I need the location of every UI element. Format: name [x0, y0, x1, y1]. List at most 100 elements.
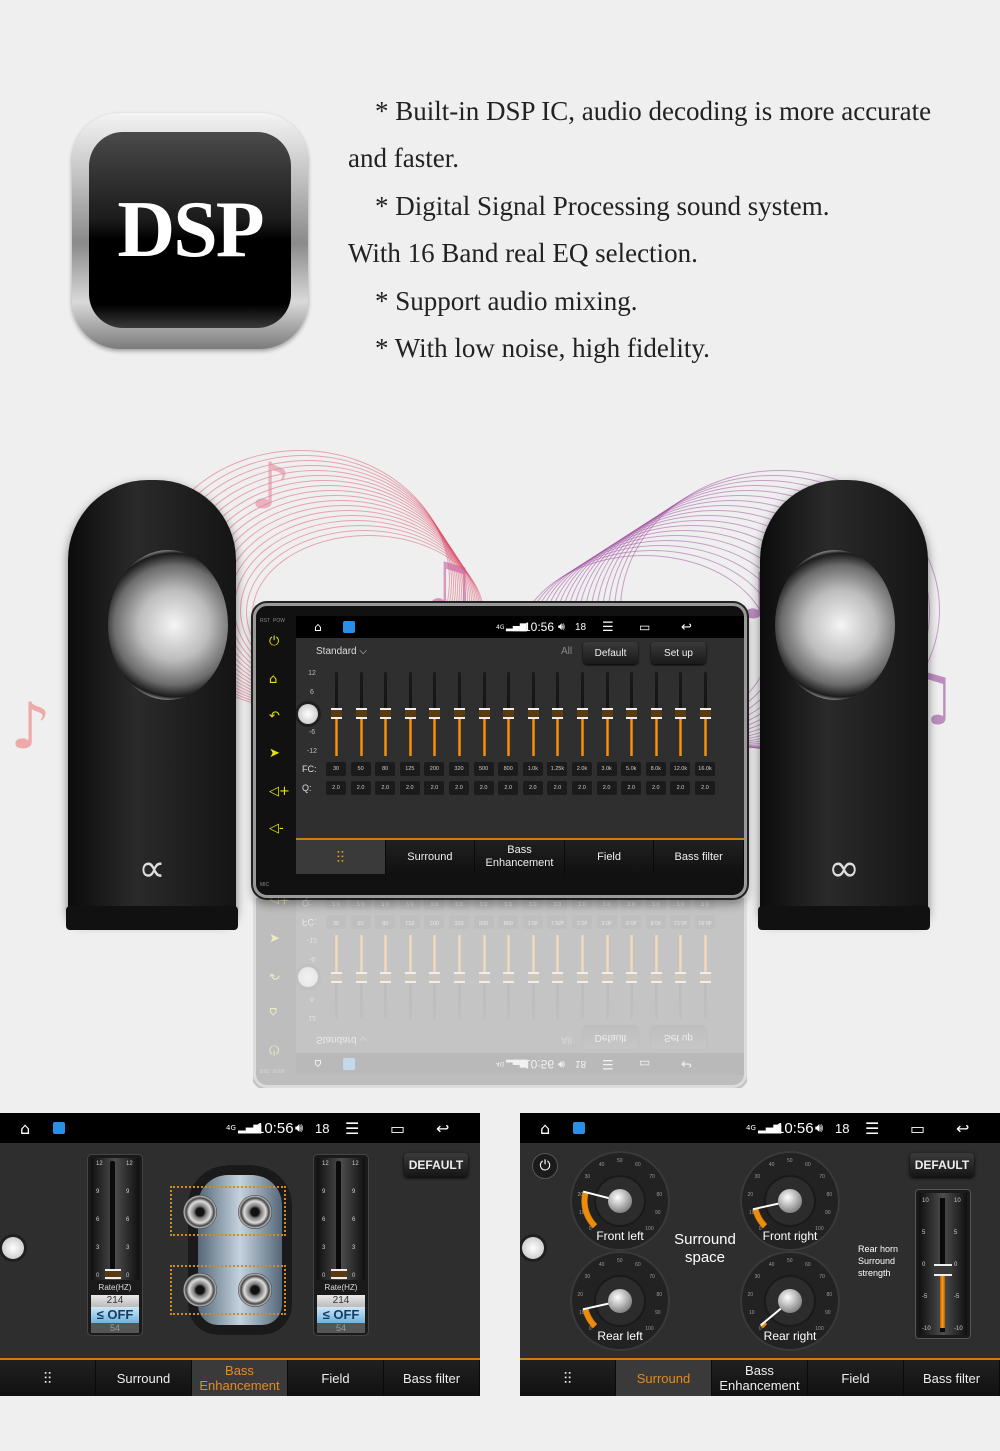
- eq-band-slider[interactable]: [626, 672, 638, 756]
- eq-band-slider[interactable]: [454, 672, 465, 756]
- all-label[interactable]: All: [561, 646, 572, 657]
- slider-thumb[interactable]: [552, 708, 564, 719]
- tab-bass-enhancement[interactable]: Bass Enhancement: [712, 1360, 808, 1396]
- back-icon[interactable]: ↶: [269, 709, 280, 724]
- eq-band-slider[interactable]: [650, 672, 662, 756]
- fc-value[interactable]: 320: [449, 762, 469, 776]
- volume-down-icon[interactable]: ◁-: [269, 821, 284, 836]
- fc-value[interactable]: 5.0k: [621, 762, 642, 776]
- surround-gauge[interactable]: 0 10 20 30 40 50 60 70 80 90 100 Front right: [740, 1151, 840, 1251]
- fc-value[interactable]: 16.0k: [695, 762, 715, 776]
- fc-value[interactable]: 8.0k: [645, 762, 666, 776]
- slider-thumb[interactable]: [650, 708, 662, 719]
- fc-value[interactable]: 125: [399, 762, 420, 776]
- navigation-icon[interactable]: ➤: [269, 746, 280, 761]
- tab-field[interactable]: Field: [564, 840, 655, 874]
- tab-surround[interactable]: Surround: [616, 1360, 712, 1396]
- eq-band-slider[interactable]: [478, 672, 490, 756]
- tab-eq[interactable]: ⫶⫶: [296, 840, 386, 874]
- slider-thumb[interactable]: [700, 708, 711, 719]
- slider-thumb[interactable]: [105, 1269, 121, 1279]
- slider-thumb[interactable]: [404, 708, 416, 719]
- tab-bass-enhancement[interactable]: Bass Enhancement: [475, 840, 565, 874]
- slider-thumb[interactable]: [380, 708, 392, 719]
- eq-band-slider[interactable]: [503, 672, 515, 756]
- recent-apps-icon[interactable]: ▭: [390, 1119, 405, 1138]
- fc-value[interactable]: 800: [498, 762, 519, 776]
- bass-slider-left[interactable]: 12 12 9 9 6 6 3 3 0 0 Rate(HZ) 214 ≤ OFF 54: [88, 1155, 142, 1335]
- default-button[interactable]: DEFAULT: [910, 1153, 974, 1177]
- bass-slider-right[interactable]: 12 12 9 9 6 6 3 3 0 0 Rate(HZ) 214 ≤ OFF 54: [314, 1155, 368, 1335]
- slider-thumb[interactable]: [478, 708, 490, 719]
- slider-thumb[interactable]: [429, 708, 441, 719]
- tab-surround[interactable]: Surround: [96, 1360, 192, 1396]
- eq-band-slider[interactable]: [331, 672, 342, 756]
- home-nav-icon[interactable]: ⌂: [314, 620, 322, 634]
- eq-band-slider[interactable]: [429, 672, 441, 756]
- eq-band-slider[interactable]: [577, 672, 588, 756]
- rate-option[interactable]: 54: [91, 1323, 139, 1333]
- q-value[interactable]: 2.0: [621, 781, 642, 795]
- slider-thumb[interactable]: [331, 1269, 347, 1279]
- fc-value[interactable]: 1.25k: [547, 762, 568, 776]
- home-icon[interactable]: ⌂: [269, 672, 277, 687]
- menu-icon[interactable]: ☰: [345, 1119, 359, 1138]
- menu-icon[interactable]: ☰: [602, 620, 614, 635]
- q-value[interactable]: 2.0: [326, 781, 346, 795]
- back-nav-icon[interactable]: ↩: [681, 620, 692, 635]
- menu-icon[interactable]: ☰: [865, 1119, 879, 1138]
- recent-apps-icon[interactable]: ▭: [910, 1119, 925, 1138]
- rate-option[interactable]: 54: [317, 1323, 365, 1333]
- slider-thumb[interactable]: [331, 708, 342, 719]
- slider-thumb[interactable]: [934, 1264, 952, 1277]
- fc-value[interactable]: 3.0k: [596, 762, 617, 776]
- slider-thumb[interactable]: [601, 708, 613, 719]
- floating-assist-button[interactable]: [522, 1237, 544, 1259]
- q-value[interactable]: 2.0: [596, 781, 617, 795]
- q-value[interactable]: 2.0: [375, 781, 396, 795]
- eq-band-slider[interactable]: [700, 672, 711, 756]
- surround-gauge[interactable]: 0 10 20 30 40 50 60 70 80 90 100 Rear left: [570, 1251, 670, 1351]
- fc-value[interactable]: 2.0k: [572, 762, 592, 776]
- back-nav-icon[interactable]: ↩: [436, 1119, 449, 1138]
- q-value[interactable]: 2.0: [645, 781, 666, 795]
- power-toggle-button[interactable]: ⏻: [532, 1153, 558, 1179]
- rear-horn-strength-slider[interactable]: 10 10 5 5 0 0 -5 -5 -10 -10: [916, 1190, 970, 1338]
- rate-selected[interactable]: ≤ OFF: [317, 1307, 365, 1323]
- q-value[interactable]: 2.0: [670, 781, 691, 795]
- slider-thumb[interactable]: [503, 708, 515, 719]
- eq-band-slider[interactable]: [527, 672, 539, 756]
- q-value[interactable]: 2.0: [449, 781, 469, 795]
- fc-value[interactable]: 30: [326, 762, 346, 776]
- tab-bass-filter[interactable]: Bass filter: [654, 840, 744, 874]
- q-value[interactable]: 2.0: [473, 781, 494, 795]
- home-nav-icon[interactable]: ⌂: [20, 1119, 30, 1138]
- surround-gauge[interactable]: 0 10 20 30 40 50 60 70 80 90 100 Rear right: [740, 1251, 840, 1351]
- rate-option[interactable]: 214: [91, 1295, 139, 1307]
- rate-selected[interactable]: ≤ OFF: [91, 1307, 139, 1323]
- app-icon[interactable]: [343, 621, 355, 633]
- q-value[interactable]: 2.0: [350, 781, 371, 795]
- q-value[interactable]: 2.0: [522, 781, 543, 795]
- recent-apps-icon[interactable]: ▭: [639, 620, 650, 634]
- preset-dropdown[interactable]: Standard ⌵: [316, 646, 367, 657]
- fc-value[interactable]: 500: [473, 762, 494, 776]
- fc-value[interactable]: 200: [424, 762, 445, 776]
- eq-band-slider[interactable]: [675, 672, 687, 756]
- q-value[interactable]: 2.0: [399, 781, 420, 795]
- fc-value[interactable]: 80: [375, 762, 396, 776]
- eq-band-slider[interactable]: [355, 672, 367, 756]
- default-button[interactable]: Default: [583, 642, 638, 664]
- floating-assist-button[interactable]: [2, 1237, 24, 1259]
- default-button[interactable]: DEFAULT: [404, 1153, 468, 1177]
- tab-bass-enhancement[interactable]: Bass Enhancement: [192, 1360, 288, 1396]
- tab-surround[interactable]: Surround: [385, 840, 476, 874]
- rate-option[interactable]: 214: [317, 1295, 365, 1307]
- home-nav-icon[interactable]: ⌂: [540, 1119, 550, 1138]
- surround-gauge[interactable]: 0 10 20 30 40 50 60 70 80 90 100 Front left: [570, 1151, 670, 1251]
- slider-thumb[interactable]: [527, 708, 539, 719]
- slider-thumb[interactable]: [675, 708, 687, 719]
- fc-value[interactable]: 50: [350, 762, 371, 776]
- tab-eq[interactable]: ⫶⫶: [0, 1360, 96, 1396]
- q-value[interactable]: 2.0: [498, 781, 519, 795]
